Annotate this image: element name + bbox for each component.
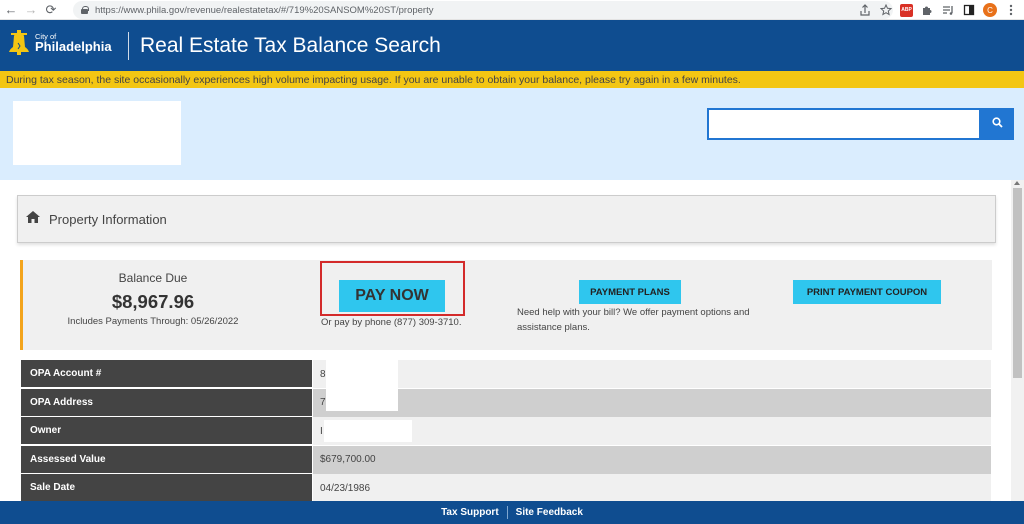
more-menu-icon[interactable]: [1004, 3, 1018, 17]
browser-toolbar: ← → ⟳ https://www.phila.gov/revenue/real…: [0, 0, 1024, 20]
alert-banner: During tax season, the site occasionally…: [0, 71, 1024, 88]
assessed-value-label: Assessed Value: [21, 445, 312, 474]
opa-account-value-text: 8: [320, 368, 326, 380]
opa-address-label: OPA Address: [21, 388, 312, 417]
opa-account-label: OPA Account #: [21, 360, 312, 388]
url-text[interactable]: https://www.phila.gov/revenue/realestate…: [95, 5, 433, 16]
opa-account-value: 8: [313, 360, 991, 388]
bookmark-star-icon[interactable]: [879, 3, 893, 17]
page-title: Real Estate Tax Balance Search: [140, 34, 441, 57]
table-row: Assessed Value $679,700.00: [21, 445, 991, 474]
liberty-bell-icon: [8, 29, 30, 57]
site-footer: Tax Support Site Feedback: [0, 501, 1024, 524]
reading-list-icon[interactable]: [941, 3, 955, 17]
sale-date-label: Sale Date: [21, 474, 312, 502]
forward-icon[interactable]: →: [22, 1, 40, 19]
share-icon[interactable]: [858, 3, 872, 17]
tax-support-link[interactable]: Tax Support: [433, 507, 507, 518]
side-panel-icon[interactable]: [962, 3, 976, 17]
header-divider: [128, 32, 129, 60]
sale-date-value: 04/23/1986: [313, 474, 991, 502]
scrollbar-thumb[interactable]: [1013, 188, 1022, 378]
redaction-box: [326, 360, 398, 388]
table-row: OPA Address 7: [21, 388, 991, 417]
logo-philadelphia-text: Philadelphia: [35, 39, 112, 55]
redaction-box: [326, 388, 398, 411]
city-logo[interactable]: City of Philadelphia: [8, 29, 112, 57]
search-icon: [992, 115, 1003, 133]
pay-by-phone-text: Or pay by phone (877) 309-3710.: [321, 317, 462, 328]
print-payment-coupon-button[interactable]: PRINT PAYMENT COUPON: [793, 280, 941, 304]
pay-now-button[interactable]: PAY NOW: [339, 280, 445, 312]
property-information-header[interactable]: Property Information: [17, 195, 996, 243]
logo-text: City of Philadelphia: [35, 33, 112, 54]
profile-avatar[interactable]: C: [983, 3, 997, 17]
opa-address-value: 7: [313, 388, 991, 417]
payment-plans-button[interactable]: PAYMENT PLANS: [579, 280, 681, 304]
owner-value: I: [313, 417, 991, 445]
payment-plans-help-text: Need help with your bill? We offer payme…: [517, 307, 750, 333]
browser-actions: ABP C: [858, 1, 1018, 19]
address-bar[interactable]: https://www.phila.gov/revenue/realestate…: [73, 1, 893, 19]
hero-image-placeholder: [13, 101, 181, 165]
search-input[interactable]: [707, 108, 981, 140]
owner-label: Owner: [21, 417, 312, 445]
assessed-value-value: $679,700.00: [313, 445, 991, 474]
property-details-table: OPA Account # 8 OPA Address 7 Owner I As…: [21, 360, 991, 503]
balance-due-amount: $8,967.96: [111, 291, 195, 312]
back-icon[interactable]: ←: [2, 1, 20, 19]
page-scrollbar[interactable]: [1011, 180, 1024, 501]
home-icon: [26, 210, 40, 228]
lock-icon[interactable]: [81, 6, 89, 14]
balance-due-label: Balance Due: [118, 271, 188, 285]
extensions-puzzle-icon[interactable]: [920, 3, 934, 17]
property-information-title: Property Information: [49, 211, 167, 227]
opa-address-value-text: 7: [320, 397, 326, 408]
search-hero: [0, 88, 1024, 180]
alert-text: During tax season, the site occasionally…: [6, 73, 741, 86]
balance-summary: Balance Due $8,967.96 Includes Payments …: [20, 260, 992, 350]
table-row: Owner I: [21, 417, 991, 445]
owner-value-text: I: [320, 425, 323, 437]
payments-through-text: Includes Payments Through: 05/26/2022: [67, 316, 239, 327]
table-row: OPA Account # 8: [21, 360, 991, 388]
table-row: Sale Date 04/23/1986: [21, 474, 991, 502]
site-feedback-link[interactable]: Site Feedback: [508, 507, 591, 518]
scroll-up-arrow-icon[interactable]: [1014, 181, 1020, 185]
site-header: City of Philadelphia Real Estate Tax Bal…: [0, 20, 1024, 71]
redaction-box: [324, 420, 412, 442]
search-button[interactable]: [981, 108, 1014, 140]
reload-icon[interactable]: ⟳: [42, 1, 60, 19]
adblock-extension-icon[interactable]: ABP: [900, 3, 913, 17]
